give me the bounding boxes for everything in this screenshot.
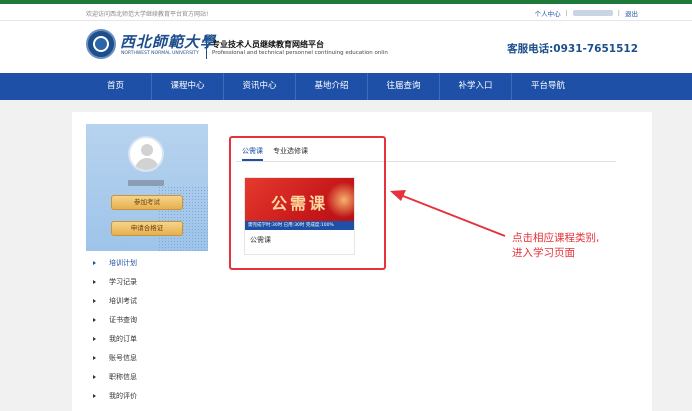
separator: |	[617, 9, 620, 17]
caret-right-icon	[93, 318, 96, 322]
sidebar-item-label: 我的评价	[109, 392, 137, 400]
nav-base-intro[interactable]: 基地介绍	[296, 73, 368, 100]
annotation-note: 点击相应课程类别, 进入学习页面	[512, 231, 642, 261]
sidebar-item-certificate-query[interactable]: 证书查询	[86, 311, 208, 330]
sidebar-item-training-exam[interactable]: 培训考试	[86, 292, 208, 311]
caret-right-icon	[93, 375, 96, 379]
caret-right-icon	[93, 299, 96, 303]
nav-makeup-entry[interactable]: 补学入口	[440, 73, 512, 100]
user-links: 个人中心 | | 退出	[535, 8, 638, 18]
take-exam-button[interactable]: 参加考试	[111, 195, 183, 210]
university-seal-icon	[86, 29, 116, 59]
profile-panel: 参加考试 申请合格证	[86, 124, 208, 251]
customer-service-hotline: 客服电话:0931-7651512	[507, 43, 638, 55]
nav-past-query[interactable]: 往届查询	[368, 73, 440, 100]
platform-title: 专业技术人员继续教育网络平台	[212, 40, 324, 49]
sidebar-item-label: 证书查询	[109, 316, 137, 324]
sidebar-item-label: 学习记录	[109, 278, 137, 286]
top-bar: 欢迎访问西北师范大学继续教育平台官方网站! 个人中心 | | 退出	[0, 4, 692, 21]
username-redacted	[128, 180, 164, 186]
annotation-highlight-box	[229, 136, 386, 270]
sidebar-item-study-records[interactable]: 学习记录	[86, 273, 208, 292]
caret-right-icon	[93, 356, 96, 360]
main-nav: 首页 课程中心 资讯中心 基地介绍 往届查询 补学入口 平台导航	[0, 73, 692, 100]
sidebar-item-my-reviews[interactable]: 我的评价	[86, 387, 208, 406]
nav-course-center[interactable]: 课程中心	[152, 73, 224, 100]
sidebar-item-label: 培训计划	[109, 259, 137, 267]
logout-link[interactable]: 退出	[625, 8, 638, 18]
university-logo-english: NORTHWEST NORMAL UNIVERSITY	[121, 51, 199, 56]
caret-right-icon	[93, 337, 96, 341]
sidebar-menu: 培训计划 学习记录 培训考试 证书查询 我的订单 账号信息 职称信息 我的评价	[86, 254, 208, 406]
annotation-line: 点击相应课程类别,	[512, 232, 600, 244]
caret-right-icon	[93, 394, 96, 398]
avatar	[128, 136, 164, 172]
sidebar-item-account-info[interactable]: 账号信息	[86, 349, 208, 368]
sidebar-item-training-plan[interactable]: 培训计划	[86, 254, 208, 273]
nav-platform-guide[interactable]: 平台导航	[512, 73, 584, 100]
platform-subtitle: Professional and technical personnel con…	[212, 50, 388, 56]
caret-right-icon	[93, 280, 96, 284]
sidebar-item-label: 职称信息	[109, 373, 137, 381]
logo-divider	[206, 35, 207, 59]
annotation-line: 进入学习页面	[512, 247, 575, 259]
caret-right-icon	[93, 261, 96, 265]
sidebar-item-label: 账号信息	[109, 354, 137, 362]
sidebar: 参加考试 申请合格证 培训计划 学习记录 培训考试 证书查询 我的订单 账号信息	[86, 124, 208, 411]
welcome-text: 欢迎访问西北师范大学继续教育平台官方网站!	[86, 11, 209, 18]
sidebar-item-title-info[interactable]: 职称信息	[86, 368, 208, 387]
separator: |	[565, 9, 568, 17]
personal-center-link[interactable]: 个人中心	[535, 8, 561, 18]
nav-home[interactable]: 首页	[80, 73, 152, 100]
sidebar-item-label: 培训考试	[109, 297, 137, 305]
sidebar-item-my-orders[interactable]: 我的订单	[86, 330, 208, 349]
username-redacted	[572, 10, 613, 16]
sidebar-item-label: 我的订单	[109, 335, 137, 343]
apply-certificate-button[interactable]: 申请合格证	[111, 221, 183, 236]
site-header: 西北師範大學 NORTHWEST NORMAL UNIVERSITY 专业技术人…	[0, 21, 692, 73]
nav-news-center[interactable]: 资讯中心	[224, 73, 296, 100]
university-logo-text: 西北師範大學	[120, 33, 217, 51]
